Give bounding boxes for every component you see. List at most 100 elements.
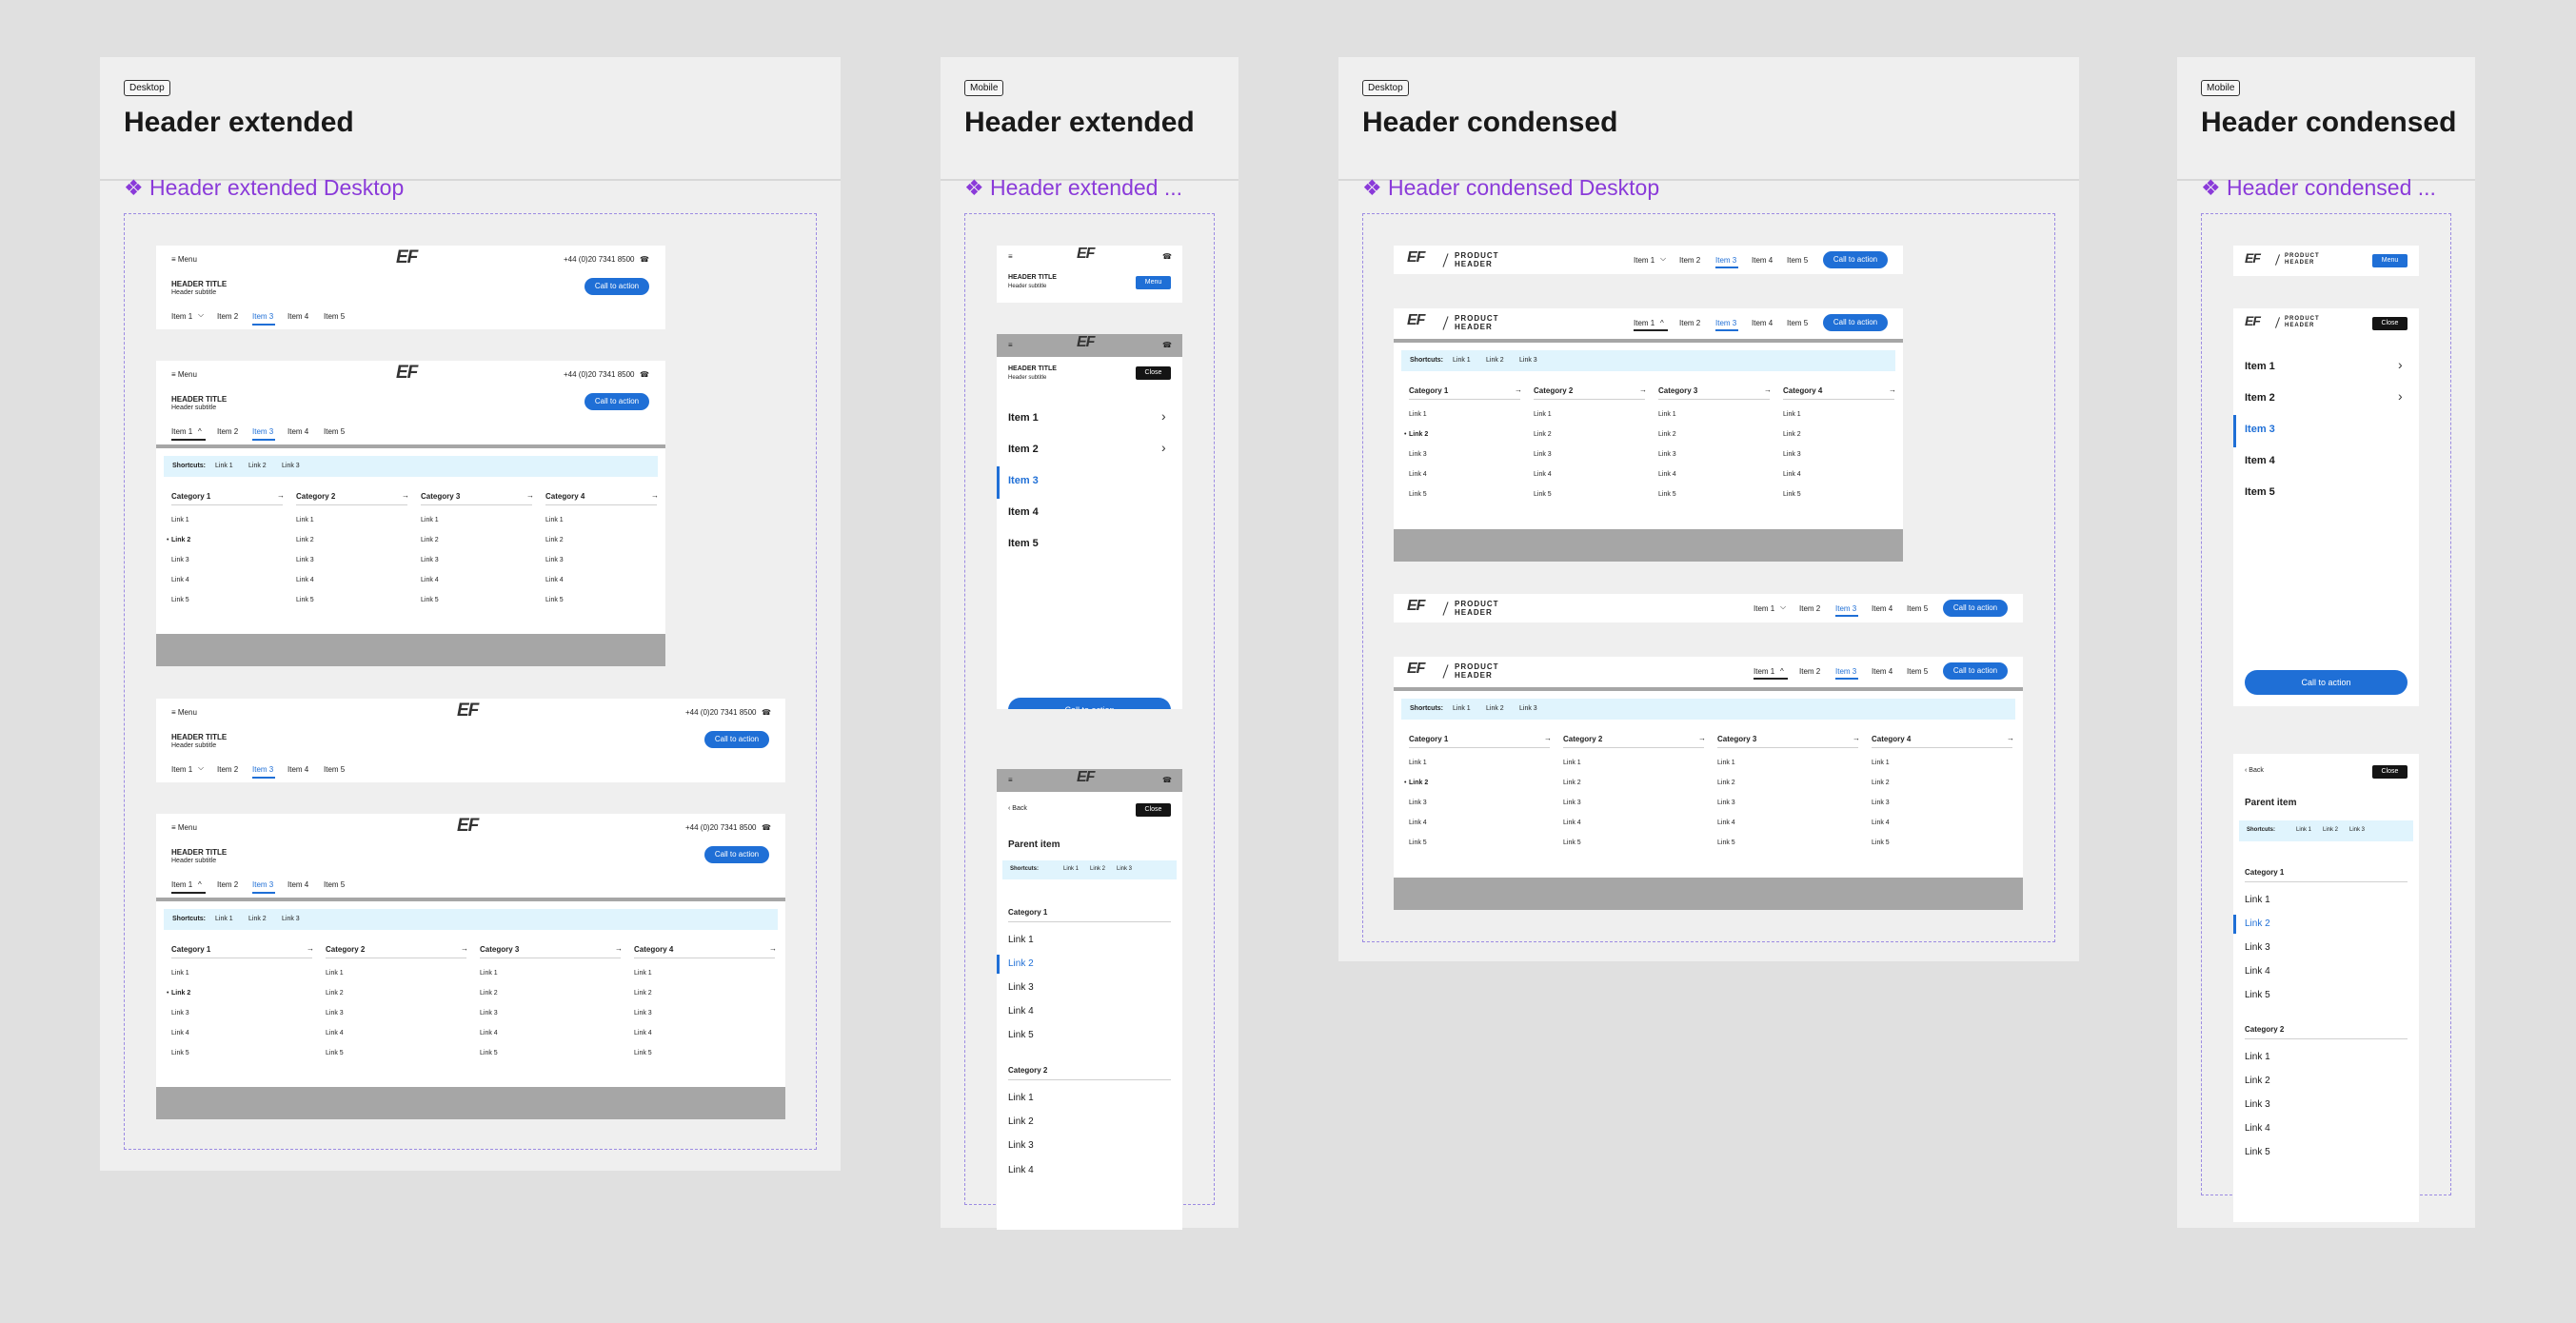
menu-button[interactable]: ≡ Menu [171, 255, 197, 264]
category-heading[interactable]: Category 3 [1658, 386, 1697, 395]
mobile-nav-item-4[interactable]: Item 4 [1008, 506, 1039, 518]
category-heading[interactable]: Category 3 [1717, 735, 1756, 743]
category-link[interactable]: Link 4 [1783, 471, 1801, 478]
category-link[interactable]: Link 5 [480, 1050, 498, 1056]
nav-item-3[interactable]: Item 3 [252, 765, 273, 774]
category-heading[interactable]: Category 2 [1563, 735, 1602, 743]
category-2-link-3[interactable]: Link 3 [1008, 1140, 1034, 1151]
mobile-nav-item-4[interactable]: Item 4 [2245, 455, 2275, 466]
cta-button[interactable]: Call to action [704, 731, 769, 748]
category-link[interactable]: Link 4 [480, 1030, 498, 1037]
mobile-nav-item-2[interactable]: Item 2 [2245, 392, 2275, 404]
nav-item-1[interactable]: Item 1 [171, 765, 192, 774]
category-heading[interactable]: Category 2 [326, 945, 365, 954]
category-link[interactable]: Link 2 [1409, 780, 1428, 786]
arrow-right-icon[interactable]: → [1639, 385, 1647, 394]
category-heading[interactable]: Category 4 [1783, 386, 1822, 395]
category-link[interactable]: Link 5 [545, 597, 564, 603]
mobile-link-2[interactable]: Link 2 [1008, 958, 1034, 969]
category-link[interactable]: Link 2 [480, 990, 498, 997]
cta-button[interactable]: Call to action [2245, 670, 2408, 695]
category-link[interactable]: Link 4 [1717, 819, 1735, 826]
mobile-link-3[interactable]: Link 3 [1008, 982, 1034, 993]
mobile-link-3[interactable]: Link 3 [2245, 1099, 2270, 1110]
category-link[interactable]: Link 2 [171, 537, 190, 543]
arrow-right-icon[interactable]: → [651, 491, 659, 500]
category-link[interactable]: Link 1 [1717, 760, 1735, 766]
category-link[interactable]: Link 5 [171, 1050, 189, 1056]
category-link[interactable]: Link 3 [1563, 800, 1581, 806]
mobile-link-2[interactable]: Link 2 [2245, 1076, 2270, 1086]
nav-item-4[interactable]: Item 4 [287, 765, 308, 774]
category-link[interactable]: Link 5 [1409, 839, 1427, 846]
arrow-right-icon[interactable]: → [615, 944, 623, 953]
category-heading[interactable]: Category 2 [1534, 386, 1573, 395]
category-link[interactable]: Link 3 [1783, 451, 1801, 458]
ef-logo[interactable]: EF [1407, 249, 1425, 267]
cta-button[interactable]: Call to action [585, 278, 649, 295]
category-link[interactable]: Link 1 [1534, 411, 1552, 418]
category-link[interactable]: Link 1 [480, 970, 498, 977]
arrow-right-icon[interactable]: → [2007, 734, 2014, 742]
mobile-nav-item-5[interactable]: Item 5 [2245, 486, 2275, 498]
arrow-right-icon[interactable]: → [1698, 734, 1706, 742]
nav-item-5[interactable]: Item 5 [1787, 256, 1808, 265]
mobile-link-5[interactable]: Link 5 [1008, 1030, 1034, 1040]
category-heading[interactable]: Category 1 [1409, 735, 1448, 743]
category-heading[interactable]: Category 2 [296, 492, 335, 501]
category-link[interactable]: Link 4 [1872, 819, 1890, 826]
category-link[interactable]: Link 1 [171, 970, 189, 977]
category-link[interactable]: Link 2 [171, 990, 190, 997]
category-link[interactable]: Link 4 [296, 577, 314, 583]
category-link[interactable]: Link 2 [296, 537, 314, 543]
ef-logo[interactable]: EF [1077, 246, 1095, 263]
category-link[interactable]: Link 2 [1783, 431, 1801, 438]
nav-item-2[interactable]: Item 2 [217, 765, 238, 774]
arrow-right-icon[interactable]: → [1515, 385, 1522, 394]
ef-logo[interactable]: EF [396, 247, 418, 268]
hamburger-icon[interactable]: ≡ [1008, 252, 1013, 261]
category-link[interactable]: Link 4 [545, 577, 564, 583]
category-link[interactable]: Link 5 [171, 597, 189, 603]
arrow-right-icon[interactable]: → [402, 491, 409, 500]
phone-number[interactable]: +44 (0)20 7341 8500 [564, 255, 635, 264]
category-2-link-2[interactable]: Link 2 [1008, 1116, 1034, 1127]
category-link[interactable]: Link 4 [171, 577, 189, 583]
category-link[interactable]: Link 1 [545, 517, 564, 523]
category-link[interactable]: Link 5 [1783, 491, 1801, 498]
category-link[interactable]: Link 5 [1658, 491, 1676, 498]
category-link[interactable]: Link 5 [1563, 839, 1581, 846]
category-link[interactable]: Link 3 [480, 1010, 498, 1017]
category-link[interactable]: Link 5 [296, 597, 314, 603]
close-button[interactable]: Close [1136, 366, 1171, 380]
mobile-nav-item-1[interactable]: Item 1 [2245, 361, 2275, 372]
category-link[interactable]: Link 3 [326, 1010, 344, 1017]
menu-button[interactable]: Menu [1136, 276, 1171, 289]
ef-logo[interactable]: EF [2245, 250, 2261, 266]
arrow-right-icon[interactable]: → [1889, 385, 1896, 394]
category-heading[interactable]: Category 3 [480, 945, 519, 954]
category-heading[interactable]: Category 3 [421, 492, 460, 501]
arrow-right-icon[interactable]: → [1764, 385, 1772, 394]
ef-logo[interactable]: EF [457, 701, 479, 721]
category-link[interactable]: Link 4 [634, 1030, 652, 1037]
category-2-link-4[interactable]: Link 4 [1008, 1165, 1034, 1175]
category-heading[interactable]: Category 4 [1872, 735, 1911, 743]
nav-item-4[interactable]: Item 4 [1752, 256, 1773, 265]
category-link[interactable]: Link 2 [1658, 431, 1676, 438]
category-link[interactable]: Link 2 [1409, 431, 1428, 438]
category-link[interactable]: Link 4 [421, 577, 439, 583]
category-link[interactable]: Link 3 [1409, 451, 1427, 458]
phone-icon[interactable]: ☎ [1162, 252, 1172, 261]
category-heading[interactable]: Category 1 [1409, 386, 1448, 395]
cta-button[interactable]: Call to action [1943, 600, 2008, 617]
mobile-nav-item-5[interactable]: Item 5 [1008, 538, 1039, 549]
phone-number[interactable]: +44 (0)20 7341 8500 [685, 708, 757, 717]
nav-item-3[interactable]: Item 3 [1715, 256, 1736, 265]
arrow-right-icon[interactable]: → [461, 944, 468, 953]
mobile-link-4[interactable]: Link 4 [2245, 1123, 2270, 1134]
category-heading[interactable]: Category 1 [171, 492, 210, 501]
nav-item-5[interactable]: Item 5 [1907, 604, 1928, 613]
category-link[interactable]: Link 5 [1872, 839, 1890, 846]
close-button[interactable]: Close [2372, 317, 2408, 330]
